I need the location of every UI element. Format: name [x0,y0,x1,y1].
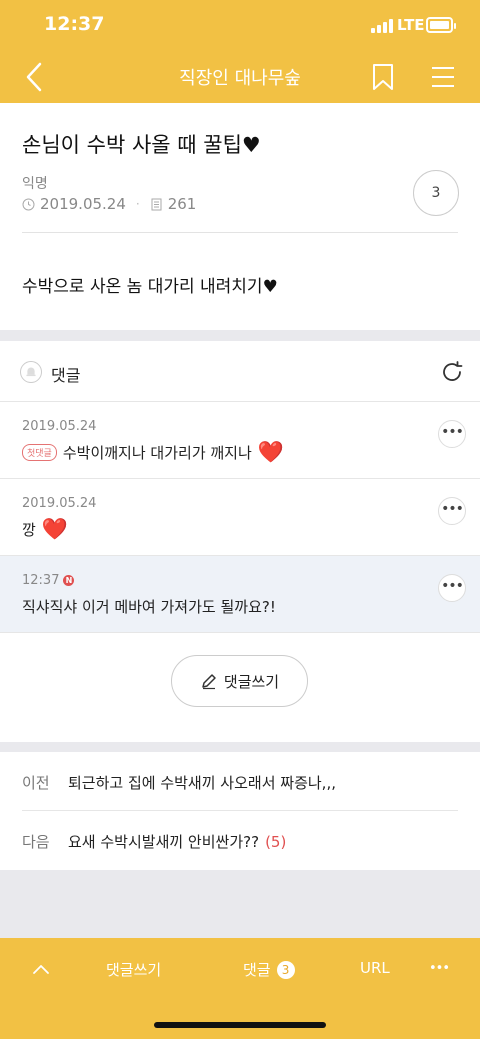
comment-more-button[interactable]: ••• [438,420,466,448]
comment-text-row: 직샤직샤 이거 메바여 가져가도 될까요?! [22,596,276,617]
document-icon [151,198,162,210]
status-bar: 12:37 LTE [0,0,480,52]
next-comment-count: (5) [265,833,287,851]
signal-icon [371,18,393,33]
heart-emoji: ❤️ [257,440,284,464]
comment-date: 2019.05.24 [22,496,97,511]
post-views: 261 [167,195,197,213]
page-title: 직장인 대나무숲 [179,68,301,89]
prev-title: 퇴근하고 집에 수박새끼 사오래서 짜증나,,, [68,774,336,792]
prev-post-link[interactable]: 이전 퇴근하고 집에 수박새끼 사오래서 짜증나,,, [0,752,480,811]
menu-icon[interactable] [430,64,456,90]
status-time: 12:37 [44,13,105,35]
first-comment-badge: 첫댓글 [22,444,57,461]
toolbar-comments[interactable]: 댓글 3 [243,959,295,980]
next-title-row: 요새 수박시발새끼 안비싼가?? (5) [68,831,286,852]
heart-emoji: ❤️ [41,517,68,541]
next-title: 요새 수박시발새끼 안비싼가?? [68,833,260,851]
meta-separator: · [135,197,140,211]
toolbar-comments-label: 댓글 [243,961,271,979]
pencil-icon [202,674,216,690]
network-label: LTE [397,16,425,34]
post-author: 익명 [22,176,48,192]
comments-header-label: 댓글 [51,366,81,385]
toolbar-more[interactable]: ••• [429,961,450,976]
bell-icon[interactable] [20,361,42,383]
post-title: 손님이 수박 사올 때 꿀팁♥ [22,133,261,157]
post-body: 수박으로 사온 놈 대가리 내려치기♥ [22,277,278,297]
comment-item-new: 12:37 N 직샤직샤 이거 메바여 가져가도 될까요?! ••• [0,556,480,633]
comment-text: 깡 [22,521,36,539]
adjacent-posts: 이전 퇴근하고 집에 수박새끼 사오래서 짜증나,,, 다음 요새 수박시발새끼… [0,752,480,870]
next-label: 다음 [22,833,50,851]
comments-section: 댓글 2019.05.24 첫댓글 수박이깨지나 대가리가 깨지나 ❤️ •••… [0,341,480,742]
comment-item: 2019.05.24 첫댓글 수박이깨지나 대가리가 깨지나 ❤️ ••• [0,402,480,479]
divider [22,232,458,233]
prev-label: 이전 [22,774,50,792]
comment-item: 2019.05.24 깡 ❤️ ••• [0,479,480,556]
comment-text: 수박이깨지나 대가리가 깨지나 [62,444,252,462]
comment-date: 12:37 [22,573,60,588]
post-date: 2019.05.24 [40,195,126,213]
comment-text-row: 첫댓글 수박이깨지나 대가리가 깨지나 ❤️ [22,442,284,463]
new-badge: N [63,575,75,586]
chevron-up-icon[interactable] [32,963,50,975]
next-post-link[interactable]: 다음 요새 수박시발새끼 안비싼가?? (5) [0,811,480,870]
toolbar-comments-count: 3 [276,961,295,979]
post-meta: 2019.05.24 · 261 [22,195,196,213]
toolbar-url[interactable]: URL [360,959,390,977]
toolbar-write-comment[interactable]: 댓글쓰기 [106,959,161,980]
clock-icon [22,198,35,210]
comment-text-row: 깡 ❤️ [22,519,68,540]
post-card: 손님이 수박 사올 때 꿀팁♥ 익명 2019.05.24 · 261 3 수박… [0,103,480,330]
comment-more-button[interactable]: ••• [438,497,466,525]
battery-icon [426,17,456,33]
refresh-icon[interactable] [440,360,464,384]
comment-count-button[interactable]: 3 [413,170,459,216]
comments-header: 댓글 [0,341,480,402]
comment-more-button[interactable]: ••• [438,574,466,602]
comment-date-row: 12:37 N [22,573,75,588]
bookmark-icon[interactable] [370,62,396,92]
bottom-toolbar: 댓글쓰기 댓글 3 URL ••• [0,938,480,1039]
comment-text: 직샤직샤 이거 메바여 가져가도 될까요?! [22,598,276,616]
write-comment-label: 댓글쓰기 [223,672,280,691]
home-indicator [154,1022,326,1028]
comment-date: 2019.05.24 [22,419,97,434]
top-bar: 12:37 LTE 직장인 대나무숲 [0,0,480,103]
write-comment-button[interactable]: 댓글쓰기 [171,655,308,707]
